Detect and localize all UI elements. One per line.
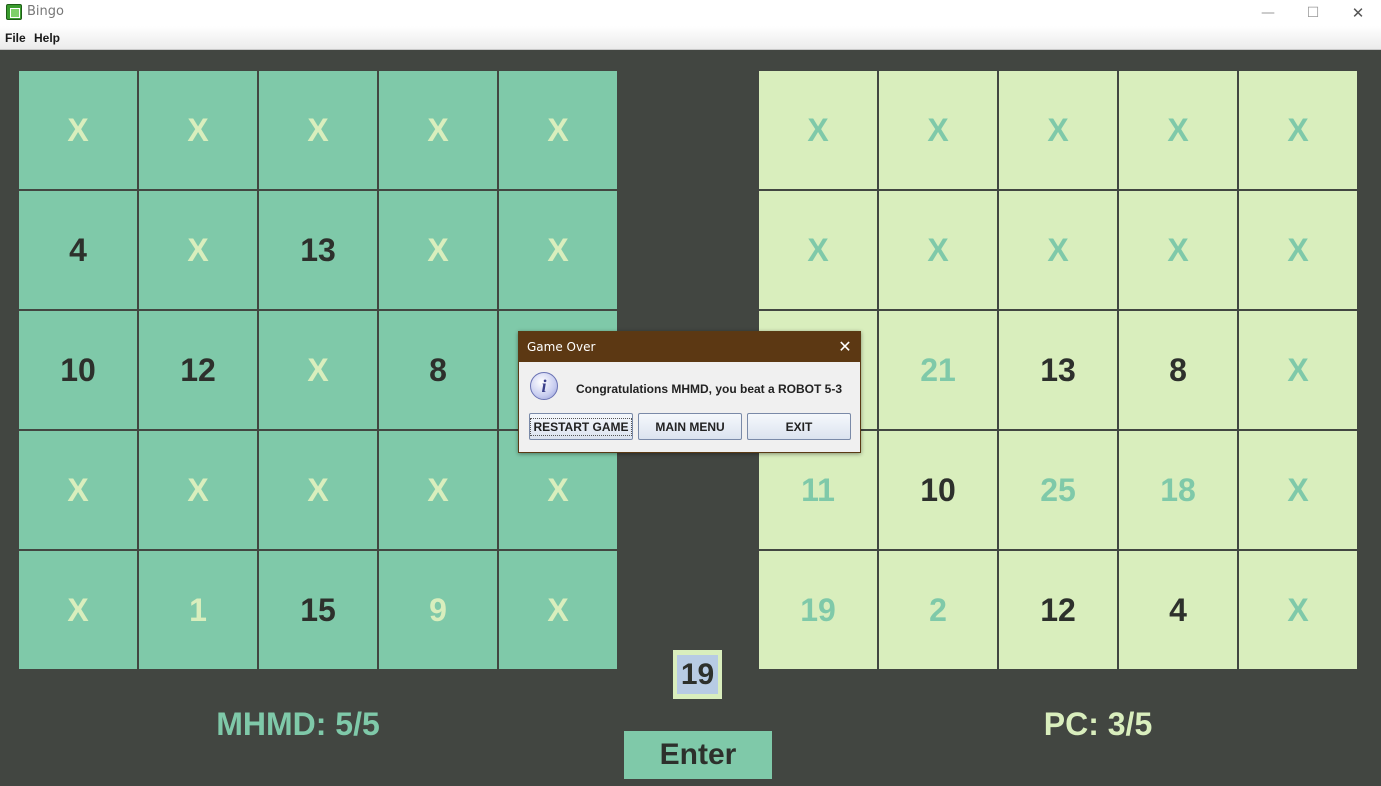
player-board-cell[interactable]: X <box>378 430 498 550</box>
player-board-cell[interactable]: X <box>258 310 378 430</box>
player-board-cell[interactable]: 13 <box>258 190 378 310</box>
pc-board-cell[interactable]: X <box>1118 190 1238 310</box>
dialog-message: Congratulations MHMD, you beat a ROBOT 5… <box>576 382 843 396</box>
pc-board-cell[interactable]: 19 <box>758 550 878 670</box>
enter-button[interactable]: Enter <box>624 731 772 779</box>
pc-board-cell[interactable]: 12 <box>998 550 1118 670</box>
player-board-cell[interactable]: 8 <box>378 310 498 430</box>
pc-board-cell[interactable]: X <box>878 190 998 310</box>
maximize-button[interactable]: ☐ <box>1290 0 1336 26</box>
player-board-cell[interactable]: 4 <box>18 190 138 310</box>
minimize-button[interactable]: — <box>1245 0 1291 26</box>
menu-bar: File Help <box>0 26 1381 50</box>
pc-board-cell[interactable]: X <box>878 70 998 190</box>
current-number-input[interactable]: 19 <box>677 655 718 694</box>
player-board-cell[interactable]: X <box>138 190 258 310</box>
player-board-cell[interactable]: X <box>498 70 618 190</box>
app-icon <box>6 4 22 20</box>
menu-help[interactable]: Help <box>34 31 60 45</box>
player-board-cell[interactable]: 12 <box>138 310 258 430</box>
pc-board-cell[interactable]: 18 <box>1118 430 1238 550</box>
game-over-dialog: Game Over ✕ i Congratulations MHMD, you … <box>518 331 861 453</box>
pc-board-cell[interactable]: 25 <box>998 430 1118 550</box>
pc-board-cell[interactable]: X <box>758 70 878 190</box>
dialog-title: Game Over <box>527 340 596 354</box>
player-board-cell[interactable]: X <box>378 190 498 310</box>
window-title: Bingo <box>27 4 64 19</box>
player-board-cell[interactable]: X <box>18 550 138 670</box>
player-board-cell[interactable]: 9 <box>378 550 498 670</box>
player-board-cell[interactable]: X <box>498 190 618 310</box>
pc-board-cell[interactable]: X <box>1238 550 1358 670</box>
restart-game-label: RESTART GAME <box>530 417 632 436</box>
pc-board-cell[interactable]: X <box>998 70 1118 190</box>
pc-board-cell[interactable]: 21 <box>878 310 998 430</box>
dialog-close-icon[interactable]: ✕ <box>835 336 855 356</box>
pc-board-cell[interactable]: X <box>1118 70 1238 190</box>
pc-board-cell[interactable]: X <box>758 190 878 310</box>
player-board-cell[interactable]: 10 <box>18 310 138 430</box>
pc-board-cell[interactable]: X <box>1238 310 1358 430</box>
pc-board-cell[interactable]: X <box>1238 430 1358 550</box>
pc-board-cell[interactable]: 13 <box>998 310 1118 430</box>
close-window-button[interactable]: ✕ <box>1335 0 1381 26</box>
main-menu-button[interactable]: MAIN MENU <box>638 413 742 440</box>
player-board-cell[interactable]: X <box>258 70 378 190</box>
menu-file[interactable]: File <box>5 31 26 45</box>
player-board-cell[interactable]: X <box>378 70 498 190</box>
pc-board-cell[interactable]: 4 <box>1118 550 1238 670</box>
player-score: MHMD: 5/5 <box>216 706 380 742</box>
info-icon: i <box>530 372 558 400</box>
player-board-cell[interactable]: X <box>138 70 258 190</box>
player-board-cell[interactable]: X <box>18 70 138 190</box>
pc-board-cell[interactable]: 8 <box>1118 310 1238 430</box>
pc-board-cell[interactable]: 2 <box>878 550 998 670</box>
player-board-cell[interactable]: 15 <box>258 550 378 670</box>
pc-board-cell[interactable]: X <box>998 190 1118 310</box>
dialog-title-bar: Game Over ✕ <box>519 332 860 362</box>
player-board-cell[interactable]: X <box>138 430 258 550</box>
current-number-box[interactable]: 19 <box>673 650 722 699</box>
restart-game-button[interactable]: RESTART GAME <box>529 413 633 440</box>
pc-board-cell[interactable]: X <box>1238 190 1358 310</box>
pc-score: PC: 3/5 <box>1043 706 1153 742</box>
player-board-cell[interactable]: X <box>18 430 138 550</box>
player-board-cell[interactable]: 1 <box>138 550 258 670</box>
pc-board-cell[interactable]: X <box>1238 70 1358 190</box>
player-board-cell[interactable]: X <box>258 430 378 550</box>
pc-board-cell[interactable]: 10 <box>878 430 998 550</box>
player-board-cell[interactable]: X <box>498 550 618 670</box>
bingo-window: Bingo — ☐ ✕ File Help X X X X X 4 X 13 X X 10 12 X 8 X… <box>0 0 1381 786</box>
exit-button[interactable]: EXIT <box>747 413 851 440</box>
title-bar: Bingo — ☐ ✕ <box>0 0 1381 26</box>
